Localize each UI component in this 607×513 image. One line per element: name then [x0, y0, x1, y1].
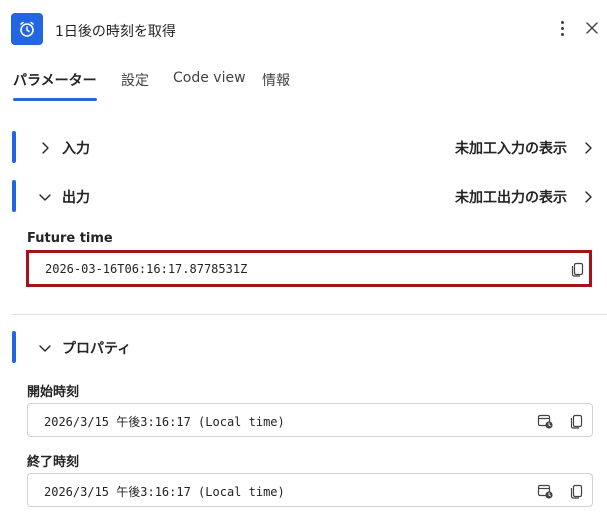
tab-info[interactable]: 情報: [262, 70, 290, 90]
tab-settings[interactable]: 設定: [121, 70, 149, 90]
section-input-label: 入力: [62, 141, 90, 157]
panel-title: 1日後の時刻を取得: [55, 24, 176, 40]
end-time-value: 2026/3/15 午後3:16:17 (Local time): [44, 485, 285, 499]
future-time-label: Future time: [27, 231, 113, 246]
future-time-value: 2026-03-16T06:16:17.8778531Z: [45, 262, 248, 276]
tab-code-view[interactable]: Code view: [173, 70, 246, 86]
section-input[interactable]: 入力 未加工入力の表示: [0, 131, 607, 165]
more-vertical-icon[interactable]: [552, 17, 572, 39]
calendar-clock-icon[interactable]: [536, 412, 554, 430]
section-properties-label: プロパティ: [62, 341, 132, 357]
active-tab-indicator: [13, 98, 97, 101]
section-properties[interactable]: プロパティ: [0, 331, 607, 365]
chevron-right-icon: [42, 142, 49, 154]
panel-header: 1日後の時刻を取得: [0, 0, 607, 60]
section-accent-bar: [12, 331, 16, 363]
section-accent-bar: [12, 131, 16, 163]
show-raw-outputs-link[interactable]: 未加工出力の表示: [455, 187, 567, 207]
end-time-field[interactable]: 2026/3/15 午後3:16:17 (Local time): [27, 473, 593, 507]
copy-icon[interactable]: [568, 412, 586, 430]
chevron-right-icon[interactable]: [580, 140, 596, 156]
section-accent-bar: [12, 180, 16, 212]
end-time-label: 終了時刻: [27, 455, 80, 470]
chevron-right-icon[interactable]: [580, 189, 596, 205]
section-output-label: 出力: [62, 190, 90, 206]
close-icon[interactable]: [582, 18, 602, 38]
tab-parameters[interactable]: パラメーター: [13, 70, 97, 90]
start-time-field[interactable]: 2026/3/15 午後3:16:17 (Local time): [27, 403, 593, 437]
copy-icon[interactable]: [568, 482, 586, 500]
chevron-down-icon: [39, 345, 51, 352]
section-divider: [12, 314, 607, 315]
calendar-clock-icon[interactable]: [536, 482, 554, 500]
start-time-value: 2026/3/15 午後3:16:17 (Local time): [44, 415, 285, 429]
show-raw-inputs-link[interactable]: 未加工入力の表示: [455, 138, 567, 158]
copy-icon[interactable]: [569, 260, 587, 278]
chevron-down-icon: [39, 194, 51, 201]
tab-bar: パラメーター 設定 Code view 情報: [0, 64, 607, 104]
alarm-clock-icon: [11, 13, 43, 45]
start-time-label: 開始時刻: [27, 385, 80, 400]
future-time-field[interactable]: 2026-03-16T06:16:17.8778531Z: [26, 250, 592, 287]
section-output[interactable]: 出力 未加工出力の表示: [0, 180, 607, 214]
